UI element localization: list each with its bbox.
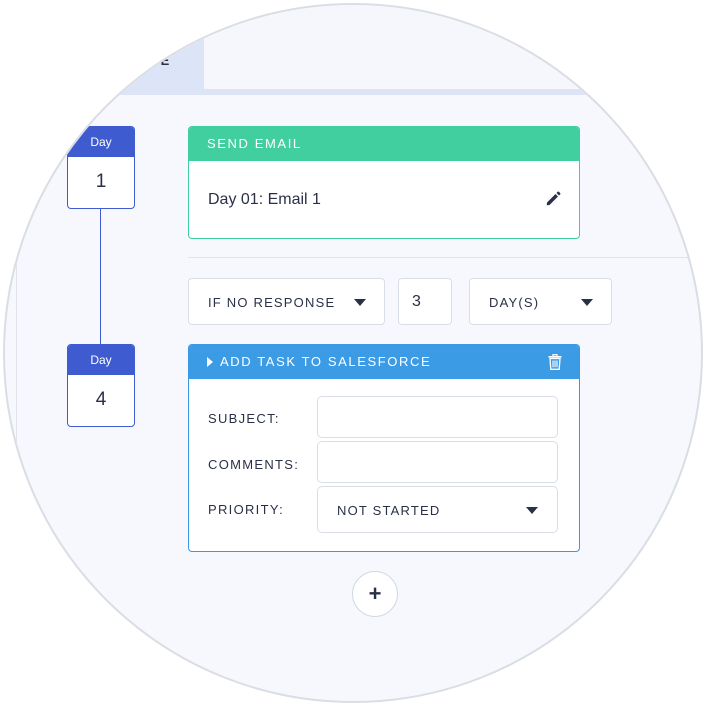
day-badge-4: Day 4 xyxy=(67,344,135,427)
expand-triangle-icon[interactable] xyxy=(207,357,213,367)
workflow-stage: CE Day 1 Day 4 SEND EMAIL Day 01: Email … xyxy=(5,5,701,701)
tab-active[interactable]: CE xyxy=(5,5,204,89)
day-badge-number: 1 xyxy=(95,171,107,192)
pencil-icon[interactable] xyxy=(545,191,561,207)
send-email-card: SEND EMAIL Day 01: Email 1 xyxy=(188,126,580,239)
salesforce-task-card: ADD TASK TO SALESFORCE SUBJECT: COMMENTS… xyxy=(188,344,580,552)
subject-input[interactable] xyxy=(317,396,558,438)
salesforce-task-header[interactable]: ADD TASK TO SALESFORCE xyxy=(189,345,579,379)
delay-unit-select[interactable]: DAY(S) xyxy=(469,278,612,325)
timeline-connector xyxy=(100,207,101,345)
section-divider xyxy=(188,257,701,258)
delay-unit-value: DAY(S) xyxy=(489,295,540,310)
send-email-body: Day 01: Email 1 xyxy=(189,161,579,238)
plus-icon: + xyxy=(368,581,382,606)
chevron-down-icon xyxy=(354,299,366,306)
email-title: Day 01: Email 1 xyxy=(208,191,321,208)
comments-input[interactable] xyxy=(317,441,558,483)
day-badge-number: 4 xyxy=(95,389,107,410)
circular-viewport: CE Day 1 Day 4 SEND EMAIL Day 01: Email … xyxy=(3,3,703,703)
priority-value: NOT STARTED xyxy=(337,503,441,518)
send-email-header: SEND EMAIL xyxy=(189,127,579,161)
trash-icon[interactable] xyxy=(548,354,562,370)
response-condition-select[interactable]: IF NO RESPONSE xyxy=(188,278,385,325)
day-badge-label: Day xyxy=(68,127,134,157)
response-condition-value: IF NO RESPONSE xyxy=(208,295,336,310)
day-badge-label: Day xyxy=(68,345,134,375)
tab-active-label: CE xyxy=(150,53,171,68)
subject-label: SUBJECT: xyxy=(208,411,280,426)
tab-bar: CE xyxy=(5,5,701,95)
add-step-button[interactable]: + xyxy=(352,571,398,617)
chevron-down-icon xyxy=(526,507,538,514)
salesforce-task-title: ADD TASK TO SALESFORCE xyxy=(220,354,432,369)
day-badge-1: Day 1 xyxy=(67,126,135,209)
panel-divider xyxy=(16,95,17,615)
priority-select[interactable]: NOT STARTED xyxy=(317,486,558,533)
delay-count-input[interactable]: 3 xyxy=(398,278,452,325)
chevron-down-icon xyxy=(581,299,593,306)
priority-label: PRIORITY: xyxy=(208,502,284,517)
comments-label: COMMENTS: xyxy=(208,457,300,472)
delay-count-value: 3 xyxy=(412,293,421,310)
